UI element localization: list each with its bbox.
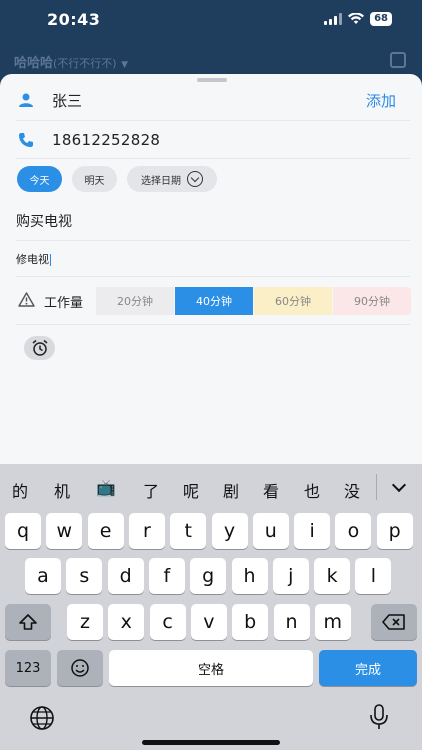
alarm-button[interactable] <box>24 336 55 360</box>
alarm-clock-icon <box>32 339 47 356</box>
workload-label: 工作量 <box>44 296 84 311</box>
person-icon <box>19 93 33 107</box>
task-title-field[interactable]: 购买电视 <box>16 211 72 231</box>
sheet-grabber[interactable] <box>197 78 227 82</box>
key-w[interactable]: w <box>46 513 83 549</box>
status-bar: 20:43 68 <box>0 0 422 40</box>
divider <box>16 158 410 159</box>
workload-option-40[interactable]: 40分钟 <box>175 287 253 315</box>
done-key[interactable]: 完成 <box>319 650 417 686</box>
phone-icon <box>19 133 33 147</box>
key-v[interactable]: v <box>190 604 227 640</box>
workload-option-90[interactable]: 90分钟 <box>333 287 411 315</box>
warning-icon <box>18 292 35 307</box>
key-d[interactable]: d <box>107 558 144 594</box>
key-s[interactable]: s <box>66 558 103 594</box>
add-task-sheet: 张三 添加 18612252828 今天 明天 选择日期 购买电视 修电视 工作… <box>0 74 422 464</box>
tomorrow-chip[interactable]: 明天 <box>72 166 117 192</box>
chevron-down-icon <box>187 171 203 187</box>
name-row: 张三 添加 <box>0 88 422 112</box>
text-cursor <box>50 254 51 266</box>
divider <box>376 474 377 500</box>
globe-icon[interactable] <box>29 705 55 731</box>
key-h[interactable]: h <box>231 558 268 594</box>
microphone-icon[interactable] <box>368 703 390 731</box>
wifi-icon <box>348 13 365 24</box>
workload-option-20[interactable]: 20分钟 <box>96 287 174 315</box>
candidate[interactable]: 也 <box>304 478 320 502</box>
key-o[interactable]: o <box>335 513 372 549</box>
status-icons: 68 <box>324 12 392 26</box>
candidate-bar: 的 机 📺 了 呢 剧 看 也 没 <box>0 464 422 508</box>
pick-date-label: 选择日期 <box>141 175 181 187</box>
home-indicator <box>142 740 280 745</box>
divider <box>16 276 410 277</box>
today-chip[interactable]: 今天 <box>17 166 62 192</box>
key-e[interactable]: e <box>87 513 124 549</box>
candidate[interactable]: 📺 <box>96 478 116 497</box>
divider <box>16 324 410 325</box>
candidate[interactable]: 呢 <box>183 478 199 502</box>
key-r[interactable]: r <box>128 513 165 549</box>
battery-icon: 68 <box>370 12 392 26</box>
key-j[interactable]: j <box>272 558 309 594</box>
candidate[interactable]: 机 <box>54 478 70 502</box>
emoji-icon <box>71 659 89 677</box>
key-a[interactable]: a <box>25 558 61 594</box>
key-l[interactable]: l <box>355 558 392 594</box>
key-g[interactable]: g <box>190 558 227 594</box>
key-q[interactable]: q <box>5 513 41 549</box>
backspace-icon <box>382 614 405 630</box>
key-m[interactable]: m <box>314 604 351 640</box>
pick-date-chip[interactable]: 选择日期 <box>127 166 217 192</box>
background-title-text: 哈哈哈 <box>14 56 54 71</box>
phone-row: 18612252828 <box>0 128 422 152</box>
key-t[interactable]: t <box>170 513 207 549</box>
key-i[interactable]: i <box>294 513 331 549</box>
candidate[interactable]: 的 <box>12 478 28 502</box>
key-k[interactable]: k <box>314 558 351 594</box>
emoji-key[interactable] <box>57 650 103 686</box>
space-key[interactable]: 空格 <box>109 650 313 686</box>
shift-key[interactable] <box>5 604 51 640</box>
background-title: 哈哈哈(不行不行不) ▼ <box>14 52 128 71</box>
name-field[interactable]: 张三 <box>52 90 82 111</box>
workload-option-60[interactable]: 60分钟 <box>254 287 332 315</box>
keyboard: 的 机 📺 了 呢 剧 看 也 没 123 空格 完成 q w e r t y … <box>0 464 422 750</box>
key-y[interactable]: y <box>211 513 248 549</box>
candidate[interactable]: 剧 <box>223 478 239 502</box>
key-n[interactable]: n <box>273 604 310 640</box>
background-subtitle: (不行不行不) <box>53 57 117 70</box>
key-c[interactable]: c <box>149 604 186 640</box>
status-time: 20:43 <box>47 10 101 29</box>
phone-field[interactable]: 18612252828 <box>52 131 160 149</box>
task-description-field[interactable]: 修电视 <box>16 251 51 267</box>
divider <box>16 240 410 241</box>
key-b[interactable]: b <box>232 604 269 640</box>
candidate[interactable]: 看 <box>263 478 279 502</box>
task-description-text: 修电视 <box>16 253 49 266</box>
key-u[interactable]: u <box>252 513 289 549</box>
signal-icon <box>324 13 343 25</box>
candidate[interactable]: 没 <box>344 478 360 502</box>
backspace-key[interactable] <box>371 604 417 640</box>
key-z[interactable]: z <box>67 604 103 640</box>
calendar-icon[interactable] <box>390 52 406 68</box>
key-x[interactable]: x <box>108 604 145 640</box>
key-p[interactable]: p <box>376 513 413 549</box>
key-f[interactable]: f <box>148 558 185 594</box>
numbers-key[interactable]: 123 <box>5 650 51 686</box>
divider <box>16 120 410 121</box>
chevron-down-icon[interactable] <box>391 477 407 493</box>
shift-icon <box>19 614 37 630</box>
candidate[interactable]: 了 <box>143 478 159 502</box>
dropdown-icon: ▼ <box>121 60 129 70</box>
add-button[interactable]: 添加 <box>366 90 396 111</box>
